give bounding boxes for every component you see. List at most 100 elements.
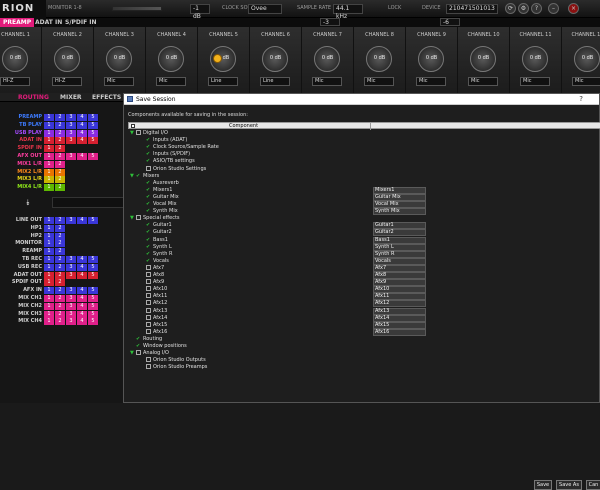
input-type-select[interactable]: Line [260,77,290,86]
routing-cell[interactable]: 3 [66,318,77,326]
checkmark-icon[interactable]: ✔ [146,237,152,244]
input-type-select[interactable]: Mic [104,77,134,86]
routing-cell[interactable]: 2 [55,168,66,176]
tree-item[interactable]: Orion Studio Preamps [146,364,207,371]
routing-cell[interactable]: 3 [66,114,77,121]
routing-cell[interactable]: 5 [88,295,99,302]
routing-cell[interactable]: 5 [88,287,99,295]
routing-cell[interactable]: 5 [88,153,99,160]
tree-item[interactable]: ✔ Mixers1 [146,187,172,194]
help-icon[interactable]: ? [531,3,542,14]
input-type-select[interactable]: Mic [572,77,600,86]
routing-cell[interactable]: 2 [55,129,66,137]
input-type-select[interactable]: Mic [520,77,550,86]
routing-cell[interactable]: 4 [77,153,88,160]
tree-item[interactable]: ✔ Guitar1 [146,222,172,229]
clock-source-select[interactable]: Ovee [248,4,282,14]
checkmark-icon[interactable]: ✔ [136,343,142,350]
routing-cell[interactable]: 2 [55,248,66,256]
routing-cell[interactable]: 2 [55,287,66,295]
component-name-cell[interactable]: Afx10 [373,286,426,294]
routing-cell[interactable]: 1 [44,248,55,256]
checkbox[interactable] [146,272,151,277]
checkmark-icon[interactable]: ✔ [146,258,152,265]
tree-item[interactable]: ✔ Inputs (ADAT) [146,137,187,144]
routing-cell[interactable]: 3 [66,137,77,145]
tree-item[interactable]: Orion Studio Outputs [146,357,206,364]
tree-item[interactable]: Afx14 [146,314,167,322]
component-name-cell[interactable]: Bass1 [373,236,426,244]
routing-cell[interactable]: 2 [55,114,66,121]
routing-cell[interactable]: 2 [55,176,66,184]
component-name-cell[interactable]: Afx15 [373,321,426,329]
routing-cell[interactable]: 4 [77,287,88,295]
checkmark-icon[interactable]: ✔ [146,151,152,158]
routing-cell[interactable]: 5 [88,217,99,224]
checkbox[interactable] [136,350,141,356]
tab-adat-in[interactable]: ADAT IN [32,18,65,27]
tree-item[interactable]: Afx7 [146,264,164,272]
routing-cell[interactable]: 5 [88,256,99,263]
routing-cell[interactable]: 3 [66,121,77,129]
checkbox[interactable] [146,286,151,292]
tree-item[interactable]: ▼ Analog I/O [130,350,169,357]
input-type-select[interactable]: Mic [416,77,446,86]
select-all-checkbox[interactable] [131,124,135,128]
routing-cell[interactable]: 2 [55,256,66,263]
component-name-cell[interactable]: Afx8 [373,272,426,279]
save-button[interactable]: Save [534,480,552,490]
component-name-cell[interactable]: Vocals [373,257,426,265]
checkmark-icon[interactable]: ✔ [146,137,152,144]
component-name-cell[interactable]: Afx13 [373,307,426,315]
routing-cell[interactable]: 5 [88,318,99,326]
tree-item[interactable]: Afx13 [146,307,167,315]
component-name-cell[interactable]: Mixers1 [373,186,426,194]
tree-item[interactable]: Afx9 [146,279,164,286]
tree-item[interactable]: ▼ Special effects [130,215,180,222]
checkbox[interactable] [146,364,151,370]
routing-cell[interactable]: 1 [44,137,55,145]
component-name-cell[interactable]: Synth L [373,243,426,251]
dialog-help-button[interactable]: ? [579,94,583,105]
routing-cell[interactable]: 2 [55,232,66,240]
tree-item[interactable]: Afx16 [146,328,167,336]
routing-cell[interactable]: 4 [77,256,88,263]
gear-icon[interactable]: ⚙ [518,3,529,14]
checkmark-icon[interactable]: ✔ [146,251,152,258]
routing-cell[interactable]: 2 [55,121,66,129]
routing-cell[interactable]: 2 [55,217,66,224]
checkbox[interactable] [146,279,151,285]
component-name-cell[interactable]: Afx7 [373,264,426,272]
checkmark-icon[interactable]: ✔ [146,194,152,201]
routing-cell[interactable]: 1 [44,318,55,326]
routing-cell[interactable]: 2 [55,184,66,192]
routing-cell[interactable]: 4 [77,217,88,224]
input-type-select[interactable]: Mic [468,77,498,86]
checkbox[interactable] [146,314,151,320]
routing-cell[interactable]: 1 [44,302,55,310]
routing-cell[interactable]: 2 [55,240,66,248]
routing-cell[interactable]: 4 [77,121,88,129]
checkbox[interactable] [146,307,151,313]
checkbox[interactable] [146,264,151,270]
tab-preamp[interactable]: PREAMP [0,18,35,27]
routing-cell[interactable]: 5 [88,302,99,310]
device-id-select[interactable]: 210471501013 [446,4,498,14]
routing-cell[interactable]: 3 [66,287,77,295]
routing-cell[interactable]: 4 [77,114,88,121]
tree-item[interactable]: Afx11 [146,293,167,300]
checkbox[interactable] [146,328,151,334]
tree-item[interactable]: ✔ Vocals [146,258,169,265]
tree-item[interactable]: ✔ Guitar2 [146,229,172,236]
checkbox[interactable] [146,165,151,171]
routing-cell[interactable]: 3 [66,153,77,160]
checkbox[interactable] [136,130,141,135]
input-type-select[interactable]: HI-Z [0,77,30,86]
routing-cell[interactable]: 1 [44,232,55,240]
tree-item[interactable]: ✔ ASIO/TB settings [146,158,195,165]
checkmark-icon[interactable]: ✔ [136,336,142,343]
close-icon[interactable]: × [568,3,579,14]
routing-cell[interactable]: 1 [44,263,55,271]
tree-item[interactable]: ✔ Synth Mix [146,208,178,215]
checkmark-icon[interactable]: ✔ [146,229,152,236]
